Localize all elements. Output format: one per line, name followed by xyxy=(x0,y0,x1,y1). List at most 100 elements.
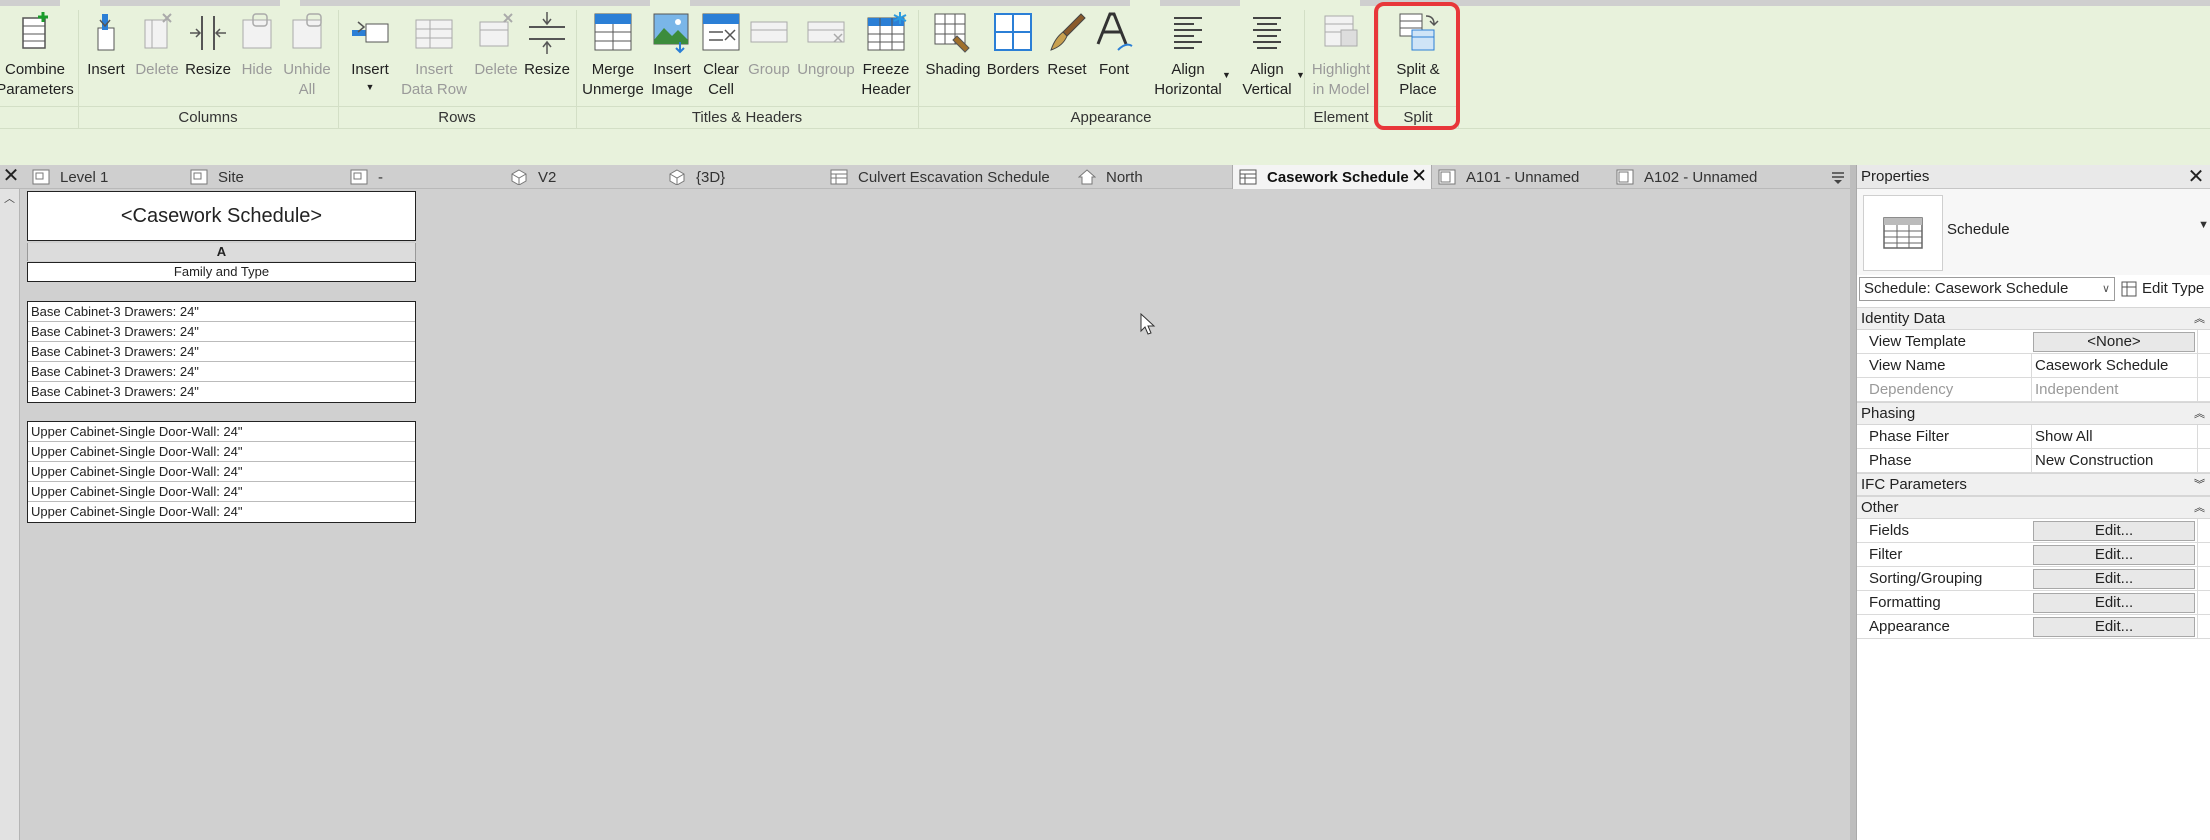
group-phasing[interactable]: Phasing ︽ xyxy=(1857,402,2210,425)
resize-column-icon xyxy=(190,16,226,50)
tab-a102-unnamed[interactable]: A102 - Unnamed xyxy=(1616,165,1757,189)
group-identity-data[interactable]: Identity Data ︽ xyxy=(1857,307,2210,330)
reset-button[interactable]: Reset xyxy=(1042,10,1092,80)
column-delete-button[interactable]: Delete xyxy=(132,10,182,80)
tab-label: A101 - Unnamed xyxy=(1466,168,1580,186)
filter-edit-button[interactable]: Edit... xyxy=(2033,545,2195,565)
tab-level-1[interactable]: Level 1 xyxy=(32,165,108,189)
collapse-icon[interactable]: ︽ xyxy=(2194,403,2205,425)
row-insert-dropdown-icon[interactable]: ▼ xyxy=(366,82,375,92)
tab-dash[interactable]: - xyxy=(350,165,383,189)
group-button[interactable]: Group xyxy=(744,10,794,80)
close-all-views-icon[interactable]: ✕ xyxy=(2,165,20,189)
column-resize-button[interactable]: Resize xyxy=(182,10,234,80)
type-selector[interactable]: Schedule ▼ xyxy=(1857,189,2210,275)
prop-name: Phase xyxy=(1869,452,1912,469)
highlight-in-model-label: Highlight in Model xyxy=(1311,61,1371,98)
table-row[interactable]: Base Cabinet-3 Drawers: 24" xyxy=(28,382,415,402)
column-header-family-type[interactable]: Family and Type xyxy=(27,262,416,282)
insert-image-button[interactable]: Insert Image xyxy=(646,10,698,100)
ungroup-button[interactable]: Ungroup xyxy=(794,10,858,80)
table-row[interactable]: Upper Cabinet-Single Door-Wall: 24" xyxy=(28,462,415,482)
column-letter-a[interactable]: A xyxy=(27,243,416,261)
align-vertical-icon xyxy=(1253,17,1281,49)
schedule-title[interactable]: <Casework Schedule> xyxy=(27,191,416,241)
borders-button[interactable]: Borders xyxy=(984,10,1042,80)
tab-casework-schedule[interactable]: Casework Schedule ✕ xyxy=(1232,165,1432,189)
combine-parameters-button[interactable]: Combine Parameters xyxy=(0,10,74,100)
align-horizontal-button[interactable]: Align Horizontal xyxy=(1148,10,1228,100)
table-row[interactable]: Base Cabinet-3 Drawers: 24" xyxy=(28,322,415,342)
freeze-header-label: Freeze Header xyxy=(861,61,911,98)
view-name-field[interactable]: Casework Schedule xyxy=(2031,354,2197,377)
type-dropdown-icon[interactable]: ▼ xyxy=(2198,219,2209,231)
instance-filter-select[interactable]: Schedule: Casework Schedule ∨ xyxy=(1859,277,2115,301)
schedule-group-base-cabinets: Base Cabinet-3 Drawers: 24" Base Cabinet… xyxy=(27,301,416,403)
table-row[interactable]: Upper Cabinet-Single Door-Wall: 24" xyxy=(28,482,415,502)
column-insert-button[interactable]: Insert xyxy=(84,10,128,80)
panel-title-columns: Columns xyxy=(78,106,338,128)
tab-north[interactable]: North xyxy=(1078,165,1143,189)
tab-culvert-escavation-schedule[interactable]: Culvert Escavation Schedule xyxy=(830,165,1050,189)
scroll-up-icon[interactable]: ︿ xyxy=(4,193,16,205)
column-unhide-all-button[interactable]: Unhide All xyxy=(280,10,334,100)
prop-view-template: View Template <None> xyxy=(1857,330,2210,354)
highlight-in-model-button[interactable]: Highlight in Model xyxy=(1306,10,1376,100)
group-ifc-parameters[interactable]: IFC Parameters ︾ xyxy=(1857,473,2210,496)
row-delete-button[interactable]: Delete xyxy=(470,10,522,80)
font-button[interactable]: Font xyxy=(1092,10,1136,80)
row-insert-button[interactable]: Insert ▼ xyxy=(344,10,396,92)
appearance-edit-button[interactable]: Edit... xyxy=(2033,617,2195,637)
tab-list-menu-icon[interactable] xyxy=(1828,167,1848,187)
align-horizontal-label: Align Horizontal xyxy=(1154,61,1222,98)
insert-data-row-label: Insert Data Row xyxy=(401,61,467,98)
vertical-scrollbar[interactable]: ︿ xyxy=(0,189,20,840)
group-label: Phasing xyxy=(1861,405,1916,422)
align-horizontal-dropdown-icon[interactable]: ▼ xyxy=(1222,70,1231,80)
table-row[interactable]: Base Cabinet-3 Drawers: 24" xyxy=(28,362,415,382)
align-vertical-button[interactable]: Align Vertical xyxy=(1232,10,1302,100)
panel-title-parameters xyxy=(0,106,78,128)
prop-name: Appearance xyxy=(1869,618,1950,635)
collapse-icon[interactable]: ︽ xyxy=(2194,497,2205,519)
clear-cell-icon xyxy=(702,13,740,51)
edit-type-button[interactable]: Edit Type xyxy=(2121,277,2209,301)
table-row[interactable]: Base Cabinet-3 Drawers: 24" xyxy=(28,302,415,322)
fields-edit-button[interactable]: Edit... xyxy=(2033,521,2195,541)
schedule-type-thumbnail xyxy=(1863,195,1943,271)
freeze-header-icon xyxy=(867,12,907,51)
sorting-grouping-edit-button[interactable]: Edit... xyxy=(2033,569,2195,589)
prop-name: Filter xyxy=(1869,546,1903,563)
freeze-header-button[interactable]: Freeze Header xyxy=(858,10,914,100)
group-other[interactable]: Other ︽ xyxy=(1857,496,2210,519)
table-row[interactable]: Upper Cabinet-Single Door-Wall: 24" xyxy=(28,422,415,442)
table-row[interactable]: Upper Cabinet-Single Door-Wall: 24" xyxy=(28,502,415,522)
tab-3d[interactable]: {3D} xyxy=(668,165,725,189)
shading-button[interactable]: Shading xyxy=(922,10,984,80)
column-hide-button[interactable]: Hide xyxy=(234,10,280,80)
tab-site[interactable]: Site xyxy=(190,165,244,189)
clear-cell-button[interactable]: Clear Cell xyxy=(698,10,744,100)
tab-v2[interactable]: V2 xyxy=(510,165,556,189)
phase-field[interactable]: New Construction xyxy=(2031,449,2197,472)
table-row[interactable]: Upper Cabinet-Single Door-Wall: 24" xyxy=(28,442,415,462)
merge-unmerge-button[interactable]: Merge Unmerge xyxy=(580,10,646,100)
tab-a101-unnamed[interactable]: A101 - Unnamed xyxy=(1438,165,1579,189)
prop-name: Fields xyxy=(1869,522,1910,539)
expand-icon[interactable]: ︾ xyxy=(2194,474,2205,496)
panel-title-rows: Rows xyxy=(338,106,576,128)
table-row[interactable]: Base Cabinet-3 Drawers: 24" xyxy=(28,342,415,362)
close-tab-icon[interactable]: ✕ xyxy=(1411,165,1427,189)
formatting-edit-button[interactable]: Edit... xyxy=(2033,593,2195,613)
collapse-icon[interactable]: ︽ xyxy=(2194,308,2205,330)
view-template-button[interactable]: <None> xyxy=(2033,332,2195,352)
reset-brush-icon xyxy=(1050,13,1086,51)
row-resize-button[interactable]: Resize xyxy=(522,10,572,80)
font-label: Font xyxy=(1098,61,1129,78)
view-tab-bar: ✕ Level 1 Site - V2 {3D} Culvert Escavat… xyxy=(0,165,1852,189)
phase-filter-field[interactable]: Show All xyxy=(2031,425,2197,448)
insert-row-icon xyxy=(352,21,389,43)
close-properties-icon[interactable]: ✕ xyxy=(2186,165,2206,189)
insert-data-row-button[interactable]: Insert Data Row xyxy=(398,10,470,100)
site-plan-icon xyxy=(190,169,208,185)
